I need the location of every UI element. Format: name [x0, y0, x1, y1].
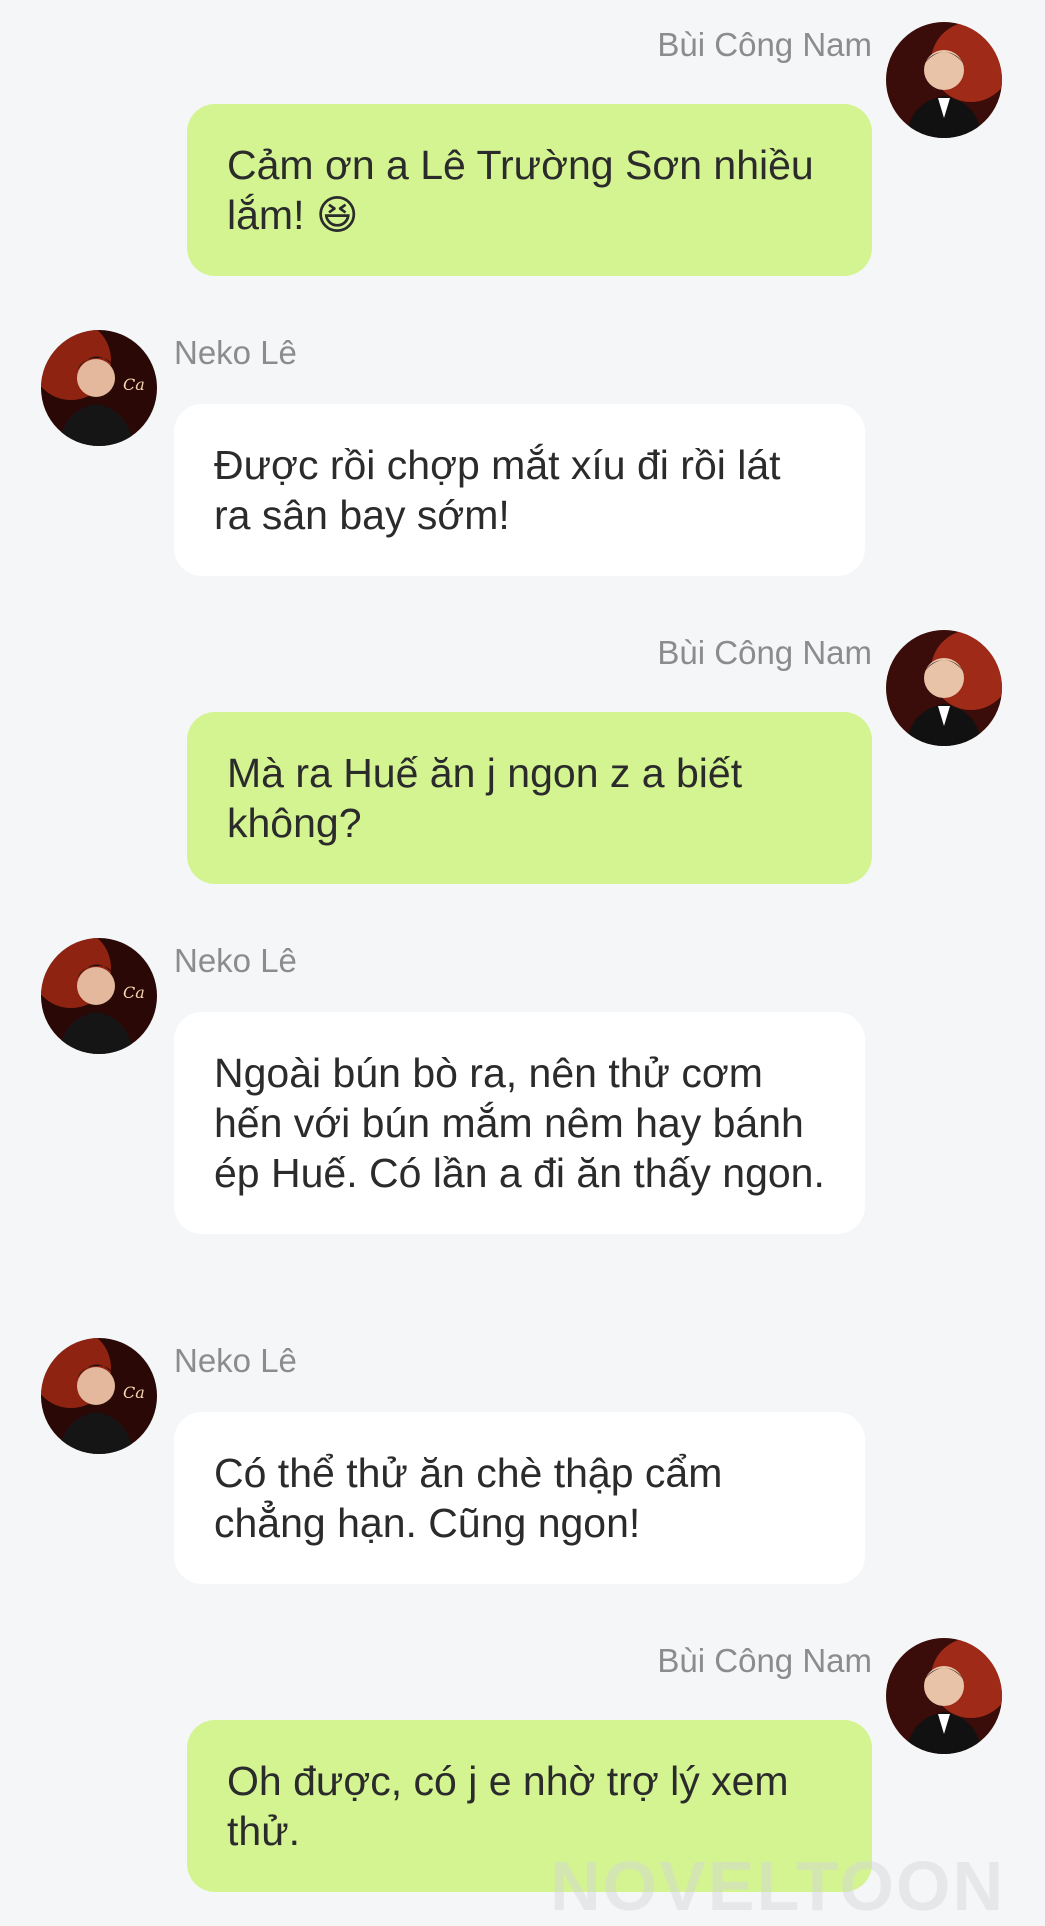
sender-name: Bùi Công Nam	[657, 1642, 872, 1679]
avatar[interactable]: Ca	[41, 938, 157, 1054]
chat-thread: Bùi Công Nam Cảm ơn a Lê Trường Sơn nhiề…	[0, 0, 1045, 1925]
sender-name: Neko Lê	[174, 334, 297, 371]
message-bubble[interactable]: Cảm ơn a Lê Trường Sơn nhiều lắm! 😆	[187, 104, 872, 276]
sender-name: Neko Lê	[174, 1342, 297, 1379]
sender-name: Bùi Công Nam	[657, 26, 872, 63]
avatar[interactable]	[886, 1638, 1002, 1754]
avatar[interactable]: Ca	[41, 330, 157, 446]
message-bubble[interactable]: Mà ra Huế ăn j ngon z a biết không?	[187, 712, 872, 884]
watermark: NOVELTOON	[550, 1847, 1005, 1925]
svg-text:Ca: Ca	[123, 375, 145, 394]
message-bubble[interactable]: Có thể thử ăn chè thập cẩm chẳng hạn. Cũ…	[174, 1412, 865, 1584]
sender-name: Bùi Công Nam	[657, 634, 872, 671]
avatar[interactable]: Ca	[41, 1338, 157, 1454]
svg-text:Ca: Ca	[123, 1383, 145, 1402]
svg-text:Ca: Ca	[123, 983, 145, 1002]
sender-name: Neko Lê	[174, 942, 297, 979]
avatar[interactable]	[886, 22, 1002, 138]
message-bubble[interactable]: Ngoài bún bò ra, nên thử cơm hến với bún…	[174, 1012, 865, 1234]
message-bubble[interactable]: Được rồi chợp mắt xíu đi rồi lát ra sân …	[174, 404, 865, 576]
avatar[interactable]	[886, 630, 1002, 746]
